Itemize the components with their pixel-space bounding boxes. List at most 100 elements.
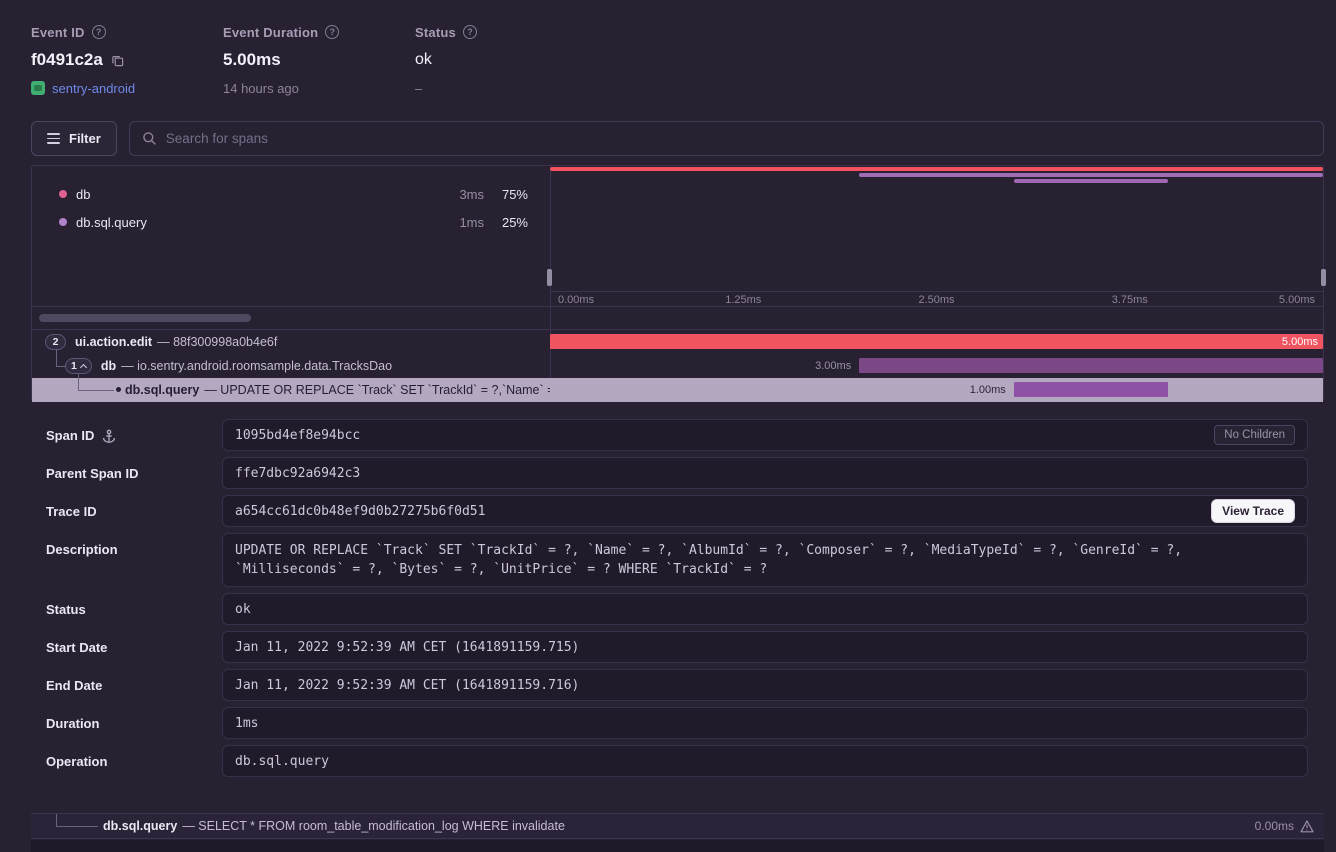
search-icon bbox=[142, 131, 157, 146]
tree-connector bbox=[56, 826, 98, 827]
axis-tick: 3.75ms bbox=[1112, 294, 1148, 306]
help-icon[interactable]: ? bbox=[325, 25, 339, 39]
description-value-field: UPDATE OR REPLACE `Track` SET `TrackId` … bbox=[222, 533, 1308, 587]
time-axis: 0.00ms 1.25ms 2.50ms 3.75ms 5.00ms bbox=[550, 291, 1323, 307]
minimap-span-db bbox=[859, 173, 1323, 177]
span-row-db-sql-query-select[interactable]: db.sql.query — SELECT * FROM room_table_… bbox=[31, 813, 1324, 839]
tree-connector bbox=[56, 366, 66, 367]
end-date-label: End Date bbox=[46, 678, 102, 693]
axis-tick: 2.50ms bbox=[918, 294, 954, 306]
event-id-label: Event ID bbox=[31, 25, 85, 40]
minimap-right-handle[interactable] bbox=[1321, 269, 1326, 286]
minimap-left-handle[interactable] bbox=[547, 269, 552, 286]
project-platform-icon bbox=[31, 81, 45, 95]
event-id-block: Event ID ? f0491c2a sentry-android bbox=[31, 24, 135, 97]
status-detail-label: Status bbox=[46, 602, 86, 617]
help-icon[interactable]: ? bbox=[92, 25, 106, 39]
filter-button[interactable]: Filter bbox=[31, 121, 117, 156]
search-input[interactable] bbox=[166, 131, 1311, 146]
span-bar[interactable] bbox=[1014, 382, 1169, 397]
op-duration: 1ms bbox=[428, 215, 484, 230]
axis-tick: 1.25ms bbox=[725, 294, 761, 306]
event-id-value: f0491c2a bbox=[31, 50, 103, 70]
parent-span-id-value-field: ffe7dbc92a6942c3 bbox=[222, 457, 1308, 489]
operation-label: Operation bbox=[46, 754, 107, 769]
trace-id-value-field: a654cc61dc0b48ef9d0b27275b6f0d51 View Tr… bbox=[222, 495, 1308, 527]
span-row-db-sql-query-selected[interactable]: db.sql.query — UPDATE OR REPLACE `Track`… bbox=[32, 378, 1323, 402]
operation-value-field: db.sql.query bbox=[222, 745, 1308, 777]
duration-label: Duration bbox=[46, 716, 99, 731]
span-duration-label: 3.00ms bbox=[815, 354, 851, 378]
event-duration-block: Event Duration ? 5.00ms 14 hours ago bbox=[223, 24, 339, 97]
axis-tick: 5.00ms bbox=[1279, 294, 1315, 306]
tree-scrollbar[interactable] bbox=[32, 307, 550, 329]
tree-connector bbox=[56, 349, 57, 366]
detail-row-trace-id: Trace ID a654cc61dc0b48ef9d0b27275b6f0d5… bbox=[31, 495, 1308, 527]
search-box[interactable] bbox=[129, 121, 1324, 156]
trace-waterfall: db 3ms 75% db.sql.query 1ms 25% 0.00ms 1… bbox=[31, 165, 1324, 401]
span-desc: — SELECT * FROM room_table_modification_… bbox=[182, 819, 565, 833]
trace-minimap[interactable] bbox=[550, 166, 1323, 291]
op-percent: 75% bbox=[484, 187, 528, 202]
leaf-bullet bbox=[116, 387, 121, 392]
children-count-badge[interactable]: 2 bbox=[45, 334, 66, 350]
detail-row-span-id: Span ID 1095bd4ef8e94bcc No Children bbox=[31, 419, 1308, 451]
duration-value-field: 1ms bbox=[222, 707, 1308, 739]
warning-icon[interactable] bbox=[1300, 820, 1314, 833]
copy-icon[interactable] bbox=[111, 54, 124, 67]
view-trace-button[interactable]: View Trace bbox=[1211, 499, 1295, 523]
parent-span-id-label: Parent Span ID bbox=[46, 466, 138, 481]
op-color-dot bbox=[59, 190, 67, 198]
op-duration: 3ms bbox=[428, 187, 484, 202]
project-link[interactable]: sentry-android bbox=[52, 81, 135, 96]
children-count-badge[interactable]: 1 bbox=[65, 358, 92, 374]
status-label: Status bbox=[415, 25, 456, 40]
start-date-label: Start Date bbox=[46, 640, 107, 655]
span-details-panel: Span ID 1095bd4ef8e94bcc No Children Par… bbox=[31, 419, 1308, 783]
tree-scrollbar-thumb[interactable] bbox=[39, 314, 251, 322]
description-value: UPDATE OR REPLACE `Track` SET `TrackId` … bbox=[235, 541, 1295, 579]
tree-connector bbox=[78, 374, 79, 390]
span-row-db[interactable]: 1 db — io.sentry.android.roomsample.data… bbox=[32, 354, 1323, 378]
tree-connector bbox=[56, 814, 57, 826]
span-id-value-field: 1095bd4ef8e94bcc No Children bbox=[222, 419, 1308, 451]
span-row-ui-action-edit[interactable]: 2 ui.action.edit — 88f300998a0b4e6f 5.00… bbox=[32, 330, 1323, 354]
axis-tick: 0.00ms bbox=[558, 294, 594, 306]
op-name: db bbox=[76, 187, 428, 202]
event-duration-value: 5.00ms bbox=[223, 50, 281, 70]
operation-value: db.sql.query bbox=[235, 754, 1295, 769]
duration-value: 1ms bbox=[235, 716, 1295, 731]
span-id-label: Span ID bbox=[46, 428, 94, 443]
legend-item-db-sql-query[interactable]: db.sql.query 1ms 25% bbox=[32, 208, 550, 236]
span-op: db bbox=[101, 359, 116, 373]
status-value-field: ok bbox=[222, 593, 1308, 625]
trace-id-label: Trace ID bbox=[46, 504, 97, 519]
end-date-value-field: Jan 11, 2022 9:52:39 AM CET (1641891159.… bbox=[222, 669, 1308, 701]
no-children-badge: No Children bbox=[1214, 425, 1295, 445]
status-sub: – bbox=[415, 81, 422, 96]
filter-icon bbox=[47, 133, 60, 143]
span-detail-page: Event ID ? f0491c2a sentry-android Event… bbox=[0, 0, 1336, 852]
span-bar[interactable] bbox=[550, 334, 1323, 349]
op-name: db.sql.query bbox=[76, 215, 428, 230]
minimap-span-db-sql-query bbox=[1014, 179, 1169, 183]
parent-span-id-value: ffe7dbc92a6942c3 bbox=[235, 466, 1295, 481]
chevron-up-icon bbox=[80, 363, 87, 370]
detail-row-description: Description UPDATE OR REPLACE `Track` SE… bbox=[31, 533, 1308, 587]
span-desc: — UPDATE OR REPLACE `Track` SET `TrackId… bbox=[204, 383, 550, 397]
anchor-icon[interactable] bbox=[102, 429, 116, 443]
op-color-dot bbox=[59, 218, 67, 226]
legend-item-db[interactable]: db 3ms 75% bbox=[32, 180, 550, 208]
detail-row-start-date: Start Date Jan 11, 2022 9:52:39 AM CET (… bbox=[31, 631, 1308, 663]
trace-id-value: a654cc61dc0b48ef9d0b27275b6f0d51 bbox=[235, 504, 1211, 519]
tree-connector bbox=[78, 390, 114, 391]
trace-background bbox=[31, 840, 1324, 852]
end-date-value: Jan 11, 2022 9:52:39 AM CET (1641891159.… bbox=[235, 678, 1295, 693]
status-value: ok bbox=[415, 51, 432, 69]
detail-row-status: Status ok bbox=[31, 593, 1308, 625]
span-desc: — io.sentry.android.roomsample.data.Trac… bbox=[121, 359, 392, 373]
start-date-value: Jan 11, 2022 9:52:39 AM CET (1641891159.… bbox=[235, 640, 1295, 655]
span-duration-label: 0.00ms bbox=[1255, 819, 1294, 833]
span-bar[interactable] bbox=[859, 358, 1323, 373]
help-icon[interactable]: ? bbox=[463, 25, 477, 39]
